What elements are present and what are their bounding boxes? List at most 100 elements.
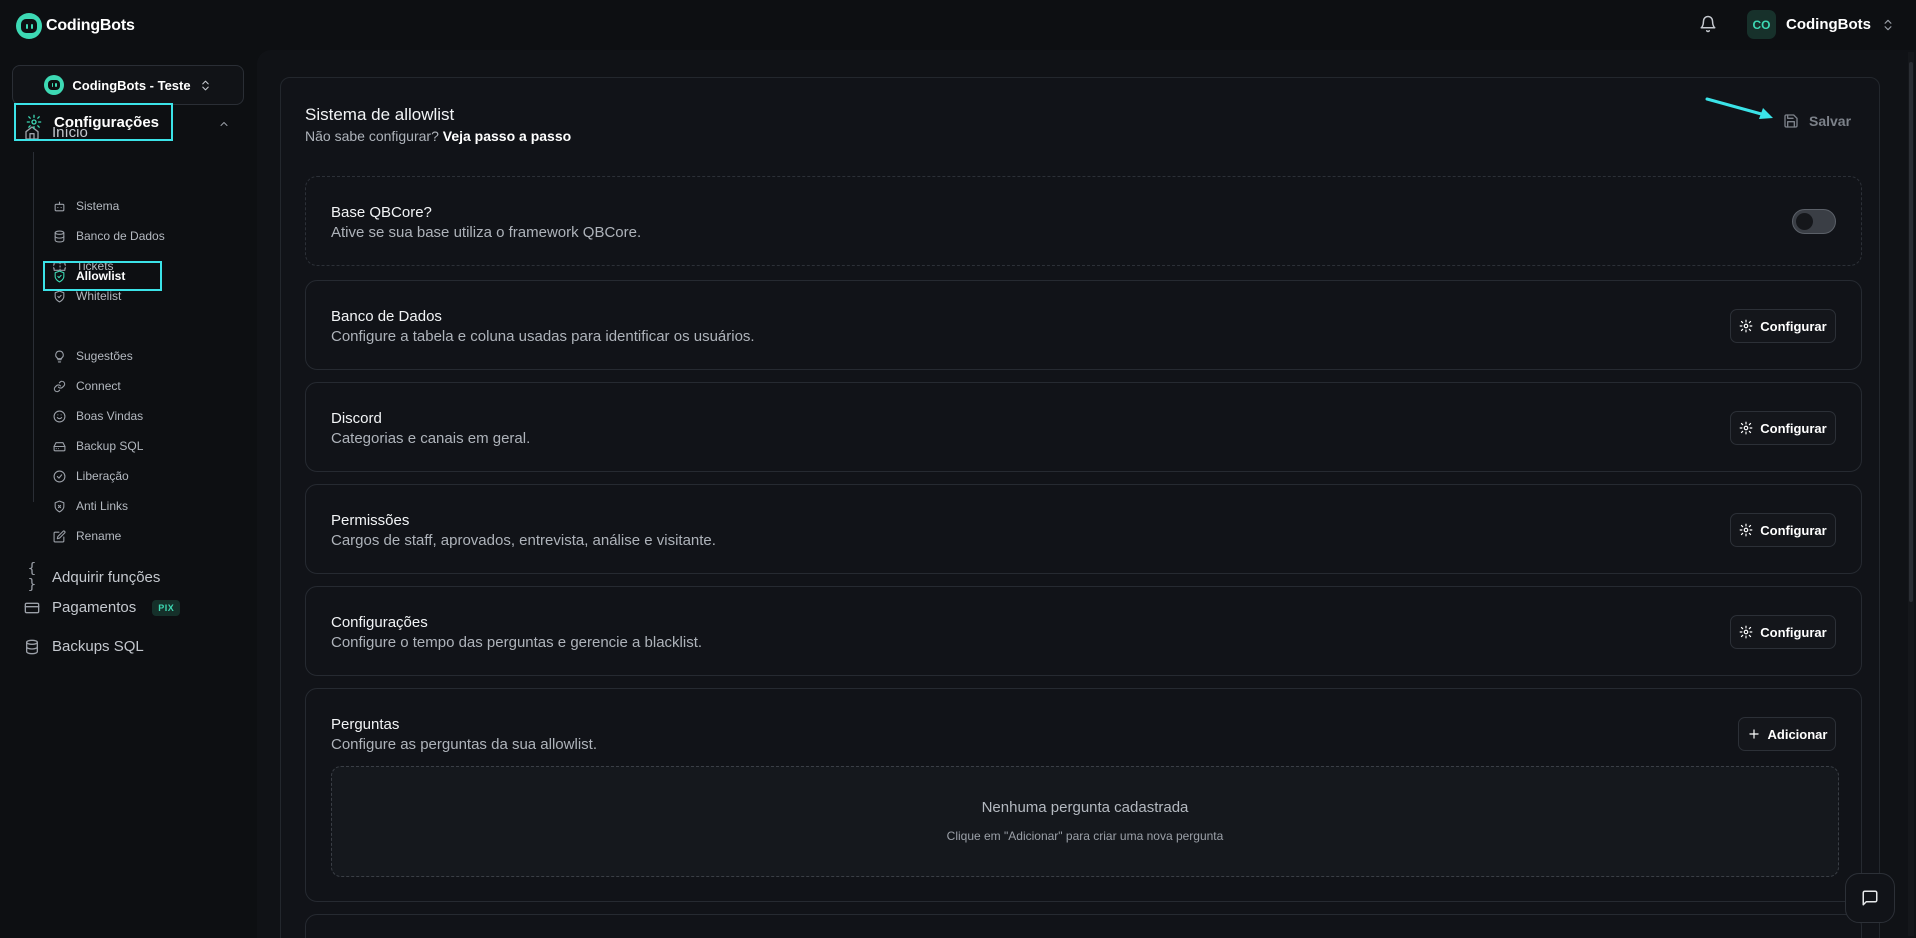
annotation-arrow-icon [1705, 96, 1775, 124]
workspace-logo-icon [44, 75, 65, 95]
chat-icon [1861, 889, 1879, 907]
subitem-label: Connect [76, 379, 121, 393]
subitem-sugestoes[interactable]: Sugestões [53, 349, 133, 363]
card-desc: Categorias e canais em geral. [331, 430, 531, 447]
chat-button[interactable] [1845, 873, 1895, 923]
bot-icon [53, 200, 66, 213]
sidebar-item-label: Backups SQL [52, 638, 144, 655]
tutorial-link[interactable]: Veja passo a passo [443, 128, 571, 144]
configure-permissions-button[interactable]: Configurar [1730, 513, 1836, 547]
check-circle-icon [53, 470, 66, 483]
subitem-allowlist[interactable]: Allowlist [43, 261, 162, 291]
gear-icon [1739, 523, 1753, 537]
chevron-up-icon[interactable] [218, 118, 230, 130]
sidebar-item-label: Adquirir funções [52, 568, 161, 586]
subitem-label: Banco de Dados [76, 229, 165, 243]
configure-discord-button[interactable]: Configurar [1730, 411, 1836, 445]
card-icon [24, 600, 40, 616]
shield-icon [53, 290, 66, 303]
subitem-banco-de-dados[interactable]: Banco de Dados [53, 229, 165, 243]
subtitle-text: Não sabe configurar? [305, 128, 439, 144]
save-button[interactable]: Salvar [1783, 113, 1851, 129]
top-bar: CodingBots CO CodingBots [0, 0, 1916, 50]
card-title: Permissões [331, 512, 410, 529]
lightbulb-icon [53, 350, 66, 363]
smile-icon [53, 410, 66, 423]
sidebar-item-configuracoes[interactable]: Configurações [14, 103, 173, 141]
subitem-label: Backup SQL [76, 439, 144, 453]
card-desc: Cargos de staff, aprovados, entrevista, … [331, 532, 716, 549]
card-title: Base QBCore? [331, 204, 432, 221]
database-icon [24, 639, 40, 655]
questions-card: Perguntas Configure as perguntas da sua … [305, 688, 1862, 902]
chevron-up-down-icon [1881, 18, 1895, 32]
subitem-label: Whitelist [76, 289, 122, 303]
user-menu[interactable]: CO CodingBots [1747, 10, 1895, 39]
database-icon [53, 230, 66, 243]
drive-icon [53, 440, 66, 453]
sidebar-item-adquirir-funcoes[interactable]: { } Adquirir funções [24, 561, 161, 593]
qbcore-card: Base QBCore? Ative se sua base utiliza o… [305, 176, 1862, 266]
link-icon [53, 380, 66, 393]
card-desc: Configure as perguntas da sua allowlist. [331, 736, 597, 753]
subitem-label: Rename [76, 529, 122, 543]
workspace-name: CodingBots - Teste [72, 77, 191, 93]
sidebar-item-pagamentos[interactable]: Pagamentos PIX [24, 599, 181, 616]
save-icon [1783, 113, 1799, 129]
permissions-card: Permissões Cargos de staff, aprovados, e… [305, 484, 1862, 574]
empty-state-title: Nenhuma pergunta cadastrada [981, 799, 1189, 816]
avatar: CO [1747, 10, 1776, 39]
edit-icon [53, 529, 66, 543]
empty-state-desc: Clique em "Adicionar" para criar uma nov… [946, 829, 1224, 843]
subitem-liberacao[interactable]: Liberação [53, 469, 129, 483]
subitem-whitelist[interactable]: Whitelist [53, 289, 121, 303]
gear-icon [26, 114, 42, 130]
settings-card: Configurações Configure o tempo das perg… [305, 586, 1862, 676]
qbcore-toggle[interactable] [1792, 209, 1836, 234]
subitem-sistema[interactable]: Sistema [53, 199, 119, 213]
questions-empty-state: Nenhuma pergunta cadastrada Clique em "A… [331, 766, 1839, 877]
workspace-selector[interactable]: CodingBots - Teste [12, 65, 244, 105]
chevron-up-down-icon [199, 79, 212, 92]
button-label: Adicionar [1767, 726, 1828, 742]
subitem-label: Boas Vindas [76, 409, 144, 423]
card-title: Banco de Dados [331, 308, 442, 325]
discord-card: Discord Categorias e canais em geral. Co… [305, 382, 1862, 472]
shield-x-icon [53, 500, 66, 513]
add-question-button[interactable]: Adicionar [1738, 717, 1836, 751]
card-title: Configurações [331, 614, 428, 631]
brand-name: CodingBots [46, 17, 135, 34]
subitem-connect[interactable]: Connect [53, 379, 121, 393]
submenu-divider [33, 152, 34, 502]
subitem-label: Sistema [76, 199, 120, 213]
card-title: Perguntas [331, 716, 400, 733]
bell-icon[interactable] [1699, 15, 1717, 33]
subitem-rename[interactable]: Rename [53, 529, 121, 543]
configure-settings-button[interactable]: Configurar [1730, 615, 1836, 649]
subitem-label: Sugestões [76, 349, 133, 363]
card-title: Discord [331, 410, 382, 427]
database-card: Banco de Dados Configure a tabela e colu… [305, 280, 1862, 370]
save-label: Salvar [1809, 113, 1852, 129]
button-label: Configurar [1760, 318, 1827, 334]
sidebar-item-label: Pagamentos [52, 599, 137, 616]
braces-icon: { } [27, 561, 37, 593]
user-name: CodingBots [1786, 16, 1871, 33]
subitem-label: Anti Links [76, 499, 129, 513]
shield-check-icon [53, 270, 66, 283]
gear-icon [1739, 319, 1753, 333]
scrollbar[interactable] [1908, 52, 1914, 936]
sidebar-item-label: Configurações [54, 113, 160, 131]
card-desc: Configure a tabela e coluna usadas para … [331, 328, 755, 345]
plus-icon [1747, 727, 1761, 741]
button-label: Configurar [1760, 420, 1827, 436]
sidebar-item-backups-sql[interactable]: Backups SQL [24, 638, 144, 655]
next-card [305, 914, 1862, 938]
card-desc: Configure o tempo das perguntas e gerenc… [331, 634, 703, 651]
configure-database-button[interactable]: Configurar [1730, 309, 1836, 343]
pix-badge: PIX [152, 599, 181, 616]
subitem-boas-vindas[interactable]: Boas Vindas [53, 409, 143, 423]
subitem-anti-links[interactable]: Anti Links [53, 499, 128, 513]
brand-logo[interactable]: CodingBots [16, 13, 135, 39]
subitem-backup-sql[interactable]: Backup SQL [53, 439, 143, 453]
